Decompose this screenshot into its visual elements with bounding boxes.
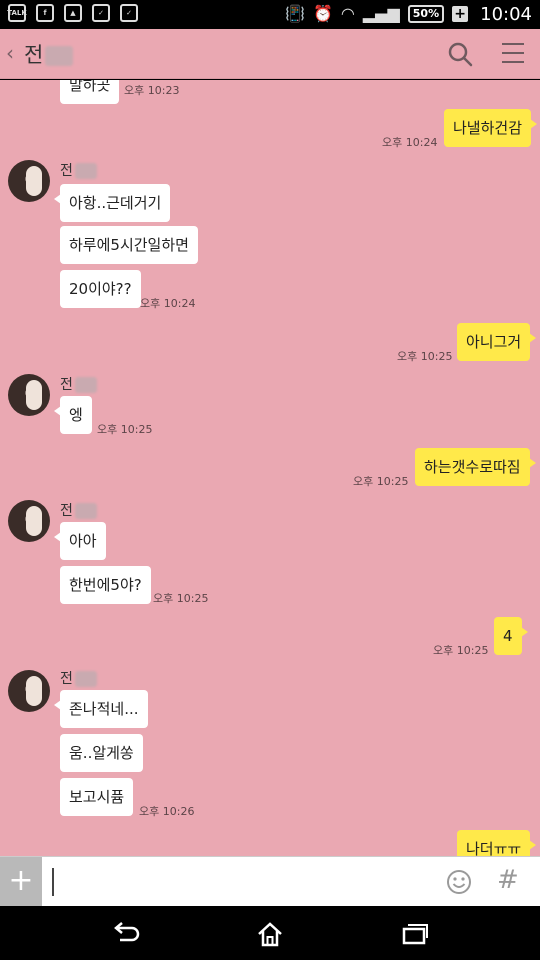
notification-icons: TALK f ▲ ✓ ✓ [7, 4, 138, 22]
incoming-message[interactable]: 말하곳 [60, 80, 120, 104]
sender-name-text: 전 [60, 503, 73, 519]
outgoing-message[interactable]: 나더ㅠㅠ [457, 830, 537, 856]
back-nav-icon[interactable] [110, 920, 140, 948]
checkbox-icon: ✓ [92, 4, 110, 22]
blurred-name [74, 163, 97, 179]
message-input[interactable] [48, 865, 428, 899]
message-time: 오후 10:25 [397, 350, 453, 363]
wifi-icon: ◠ [340, 4, 355, 23]
talk-icon-label: TALK [7, 9, 27, 17]
navigation-bar [0, 906, 540, 960]
message-time: 오후 10:25 [353, 475, 409, 488]
clipboard-icon: ✓ [120, 4, 138, 22]
battery-indicator: 50% [407, 5, 445, 23]
blurred-name [74, 503, 97, 519]
sender-name: 전 [60, 160, 97, 180]
talk-icon: TALK [7, 4, 27, 22]
recent-apps-icon[interactable] [400, 920, 430, 948]
message-time: 오후 10:24 [140, 297, 196, 310]
blurred-name [45, 46, 74, 66]
status-clock: 10:04 [480, 3, 532, 25]
sender-name-text: 전 [60, 671, 73, 687]
facebook-icon: f [36, 4, 54, 22]
search-icon[interactable] [447, 41, 473, 67]
room-name: 전 [24, 43, 44, 67]
message-time: 오후 10:23 [124, 84, 180, 97]
blurred-name [74, 377, 97, 393]
sender-name: 전 [60, 500, 97, 520]
blurred-name [74, 671, 97, 687]
incoming-message[interactable]: 움..알게쏭 [60, 734, 143, 772]
incoming-message[interactable]: 20이야?? [60, 270, 141, 308]
hashtag-button[interactable]: # [497, 865, 519, 895]
incoming-message[interactable]: 아항..근데거기 [53, 184, 171, 222]
outgoing-message[interactable]: 4 [494, 617, 528, 655]
sender-name-text: 전 [60, 377, 73, 393]
attach-plus-button[interactable]: + [0, 857, 42, 907]
message-time: 오후 10:25 [97, 423, 153, 436]
avatar[interactable] [8, 500, 50, 542]
system-icons: 📳 ⏰ ◠ ▂▄▆ 50% + 10:04 [285, 3, 532, 25]
incoming-message[interactable]: 보고시퓸 [60, 778, 134, 816]
outgoing-message[interactable]: 하는갯수로따짐 [415, 448, 536, 486]
sender-name: 전 [60, 374, 97, 394]
outgoing-message[interactable]: 아니그거 [457, 323, 537, 361]
avatar[interactable] [8, 160, 50, 202]
incoming-message[interactable]: 하루에5시간일하면 [60, 226, 198, 264]
message-time: 오후 10:24 [382, 136, 438, 149]
avatar[interactable] [8, 670, 50, 712]
outgoing-message[interactable]: 나낼하건감 [444, 109, 538, 147]
incoming-message[interactable]: 엥 [54, 396, 92, 434]
avatar[interactable] [8, 374, 50, 416]
signal-icon: ▂▄▆ [362, 4, 400, 23]
status-bar: TALK f ▲ ✓ ✓ 📳 ⏰ ◠ ▂▄▆ 50% + 10:04 [0, 0, 540, 29]
charging-icon: + [452, 6, 469, 22]
home-nav-icon[interactable] [255, 920, 285, 948]
message-time: 오후 10:26 [139, 805, 195, 818]
incoming-message[interactable]: 아아 [54, 522, 106, 560]
incoming-message[interactable]: 한번에5야? [60, 566, 151, 604]
emoticon-icon[interactable] [446, 869, 472, 895]
message-time: 오후 10:25 [153, 592, 209, 605]
message-input-bar: + # [0, 856, 540, 907]
sender-name-text: 전 [60, 163, 73, 179]
back-button[interactable]: ‹ [6, 41, 14, 65]
message-time: 오후 10:25 [433, 644, 489, 657]
alarm-icon: ⏰ [312, 4, 333, 23]
vibrate-icon: 📳 [285, 4, 305, 23]
menu-icon[interactable] [502, 43, 524, 65]
chat-room-title: 전 [24, 39, 74, 69]
sender-name: 전 [60, 668, 97, 688]
chat-area[interactable]: 말하곳 오후 10:23 오후 10:24 나낼하건감 전 아항..근데거기 하… [0, 80, 540, 856]
gallery-icon: ▲ [64, 4, 82, 22]
text-cursor [52, 868, 54, 896]
incoming-message[interactable]: 존나적네... [54, 690, 148, 728]
chat-header: ‹ 전 [0, 29, 540, 79]
